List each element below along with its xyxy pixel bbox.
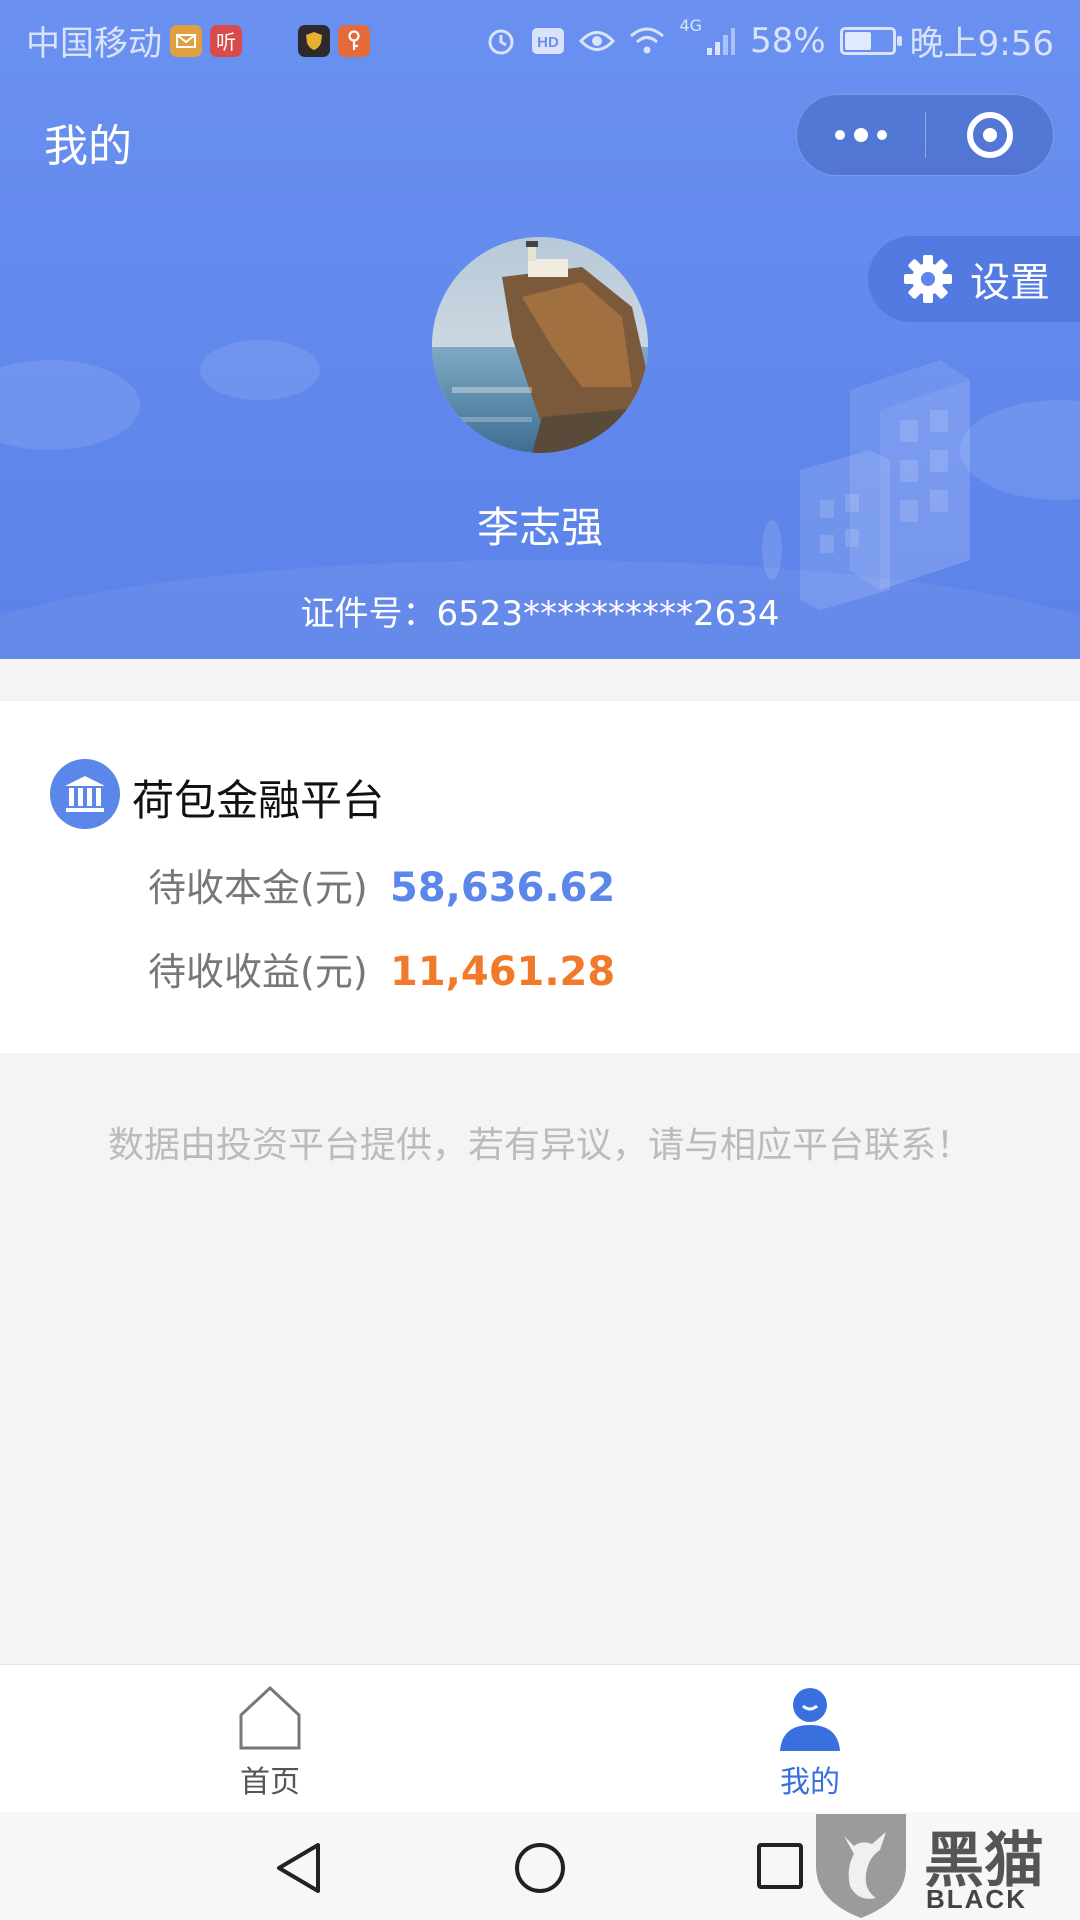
- tab-mine[interactable]: 我的: [540, 1665, 1080, 1813]
- recent-apps-icon[interactable]: [756, 1842, 804, 1890]
- tab-home-label: 首页: [240, 1765, 300, 1800]
- watermark: 黑猫 BLACK CAT: [806, 1806, 1080, 1920]
- cat-logo-icon: [816, 1814, 906, 1918]
- network-type: 4G: [679, 16, 703, 35]
- more-menu-button[interactable]: [797, 95, 925, 175]
- alarm-icon: [488, 29, 514, 54]
- more-dot: [854, 128, 868, 142]
- decor-cloud: [200, 340, 320, 400]
- profile-header: 中国移动 听 HD 4G 58% 晚上9:56 我的 设置 李志强 证件号：65…: [0, 0, 1080, 659]
- id-number: 证件号：6523**********2634: [300, 594, 780, 634]
- bank-icon: [50, 759, 120, 829]
- home-icon: [239, 1685, 301, 1750]
- battery-level-fill: [844, 31, 872, 50]
- platform-name: 荷包金融平台: [132, 776, 385, 825]
- income-value: 11,461.28: [390, 949, 616, 995]
- status-bar: 中国移动 听 HD 4G 58% 晚上9:56: [0, 0, 1080, 76]
- income-label: 待收收益(元): [148, 950, 368, 994]
- tab-mine-label: 我的: [780, 1765, 840, 1800]
- tab-home[interactable]: 首页: [0, 1665, 540, 1813]
- avatar[interactable]: [432, 237, 648, 453]
- more-dot: [877, 130, 887, 140]
- mail-icon: [170, 24, 202, 57]
- platform-card[interactable]: 荷包金融平台 待收本金(元) 58,636.62 待收收益(元) 11,461.…: [0, 701, 1080, 1053]
- carrier-name: 中国移动: [26, 24, 162, 64]
- user-icon: [780, 1688, 840, 1751]
- battery-percent: 58%: [750, 20, 826, 61]
- principal-value: 58,636.62: [390, 865, 616, 911]
- back-icon[interactable]: [274, 1842, 324, 1894]
- page-title: 我的: [44, 121, 132, 172]
- watermark-subtitle: BLACK CAT: [926, 1884, 1027, 1920]
- more-dot: [835, 130, 845, 140]
- income-row: 待收收益(元) 11,461.28: [148, 941, 615, 996]
- eye-icon: [579, 30, 616, 51]
- svg-text:HD: HD: [538, 34, 560, 51]
- bottom-tab-bar: 首页 我的: [0, 1664, 1080, 1812]
- disclaimer-text: 数据由投资平台提供，若有异议，请与相应平台联系！: [107, 1125, 972, 1166]
- decor-cloud: [0, 360, 140, 450]
- user-name: 李志强: [476, 503, 603, 552]
- listen-icon: 听: [210, 24, 242, 57]
- miniprogram-capsule: [796, 94, 1054, 176]
- clock: 晚上9:56: [909, 24, 1054, 64]
- principal-label: 待收本金(元): [148, 866, 368, 910]
- buildings-illustration: [762, 360, 970, 610]
- settings-label: 设置: [970, 260, 1050, 306]
- shield-app-icon: [298, 24, 330, 57]
- battery-icon: [839, 26, 902, 55]
- settings-button[interactable]: 设置: [868, 236, 1080, 322]
- hd-icon: HD: [532, 27, 565, 54]
- close-miniprogram-button[interactable]: [926, 112, 1053, 158]
- wifi-icon: [630, 27, 665, 53]
- key-app-icon: [338, 24, 370, 57]
- target-icon: [966, 112, 1013, 158]
- signal-icon: [707, 27, 736, 55]
- principal-row: 待收本金(元) 58,636.62: [148, 857, 615, 912]
- gear-icon: [904, 255, 952, 303]
- home-nav-icon[interactable]: [514, 1842, 566, 1894]
